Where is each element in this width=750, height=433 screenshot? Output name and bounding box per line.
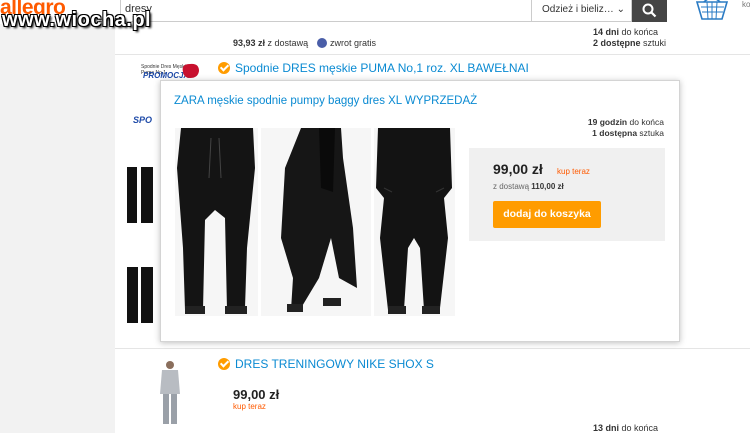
popup-shipping-price: z dostawą 110,00 zł	[493, 182, 564, 191]
purchase-box: 99,00 zł kup teraz z dostawą 110,00 zł d…	[469, 148, 665, 241]
item-title-puma[interactable]: Spodnie DRES męskie PUMA No,1 roz. XL BA…	[235, 61, 529, 75]
item-price: 99,00 zł	[233, 387, 280, 402]
popup-time-left: 19 godzin do końca	[587, 117, 664, 127]
stock-count: 2 dostępne sztuki	[593, 38, 667, 48]
search-icon	[642, 3, 657, 18]
time-left: 14 dni do końca	[593, 27, 659, 37]
price-with-shipping: 93,93 zł z dostawą	[233, 38, 309, 48]
time-left: 13 dni do końca	[593, 423, 659, 433]
popup-time-stock: 19 godzin do końca 1 dostępna sztuka	[588, 117, 664, 139]
search-input[interactable]: dresy	[120, 0, 532, 22]
item-thumbnail[interactable]	[125, 165, 155, 227]
product-photo	[175, 128, 258, 316]
cart-icon[interactable]	[695, 0, 729, 22]
popup-buy-now-label: kup teraz	[557, 167, 590, 176]
chevron-down-icon: ⌄	[616, 4, 625, 15]
row-divider	[115, 348, 750, 349]
category-select[interactable]: Odzież i bieliz… ⌄	[532, 0, 632, 22]
category-select-value: Odzież i bieliz…	[542, 4, 614, 15]
promo-logo: SPO	[133, 115, 153, 125]
product-photo	[261, 128, 371, 316]
return-icon	[317, 38, 327, 48]
item-thumbnail-nike[interactable]	[155, 360, 185, 428]
item-thumbnail[interactable]	[125, 265, 155, 325]
buy-now-label: kup teraz	[233, 402, 266, 411]
item-preview-popup: ZARA męskie spodnie pumpy baggy dres XL …	[160, 80, 680, 342]
site-watermark: www.wiocha.pl	[2, 9, 152, 31]
verified-seller-icon	[218, 358, 230, 370]
popup-photo-gallery[interactable]	[175, 128, 455, 316]
product-photo	[374, 128, 455, 316]
free-return-badge: zwrot gratis	[317, 38, 376, 48]
verified-seller-icon	[218, 62, 230, 74]
cart-label: ko	[742, 0, 750, 9]
row-divider	[115, 54, 750, 55]
page: allegro dresy Odzież i bieliz… ⌄ ko 93,9…	[0, 0, 750, 433]
item-title-nike[interactable]: DRES TRENINGOWY NIKE SHOX S	[235, 357, 434, 371]
popup-stock-count: 1 dostępna sztuka	[592, 128, 664, 138]
popup-price: 99,00 zł	[493, 161, 543, 177]
popup-item-title[interactable]: ZARA męskie spodnie pumpy baggy dres XL …	[174, 95, 477, 107]
promo-sticker-icon	[182, 63, 199, 78]
search-button[interactable]	[632, 0, 667, 22]
add-to-cart-button[interactable]: dodaj do koszyka	[493, 201, 601, 228]
